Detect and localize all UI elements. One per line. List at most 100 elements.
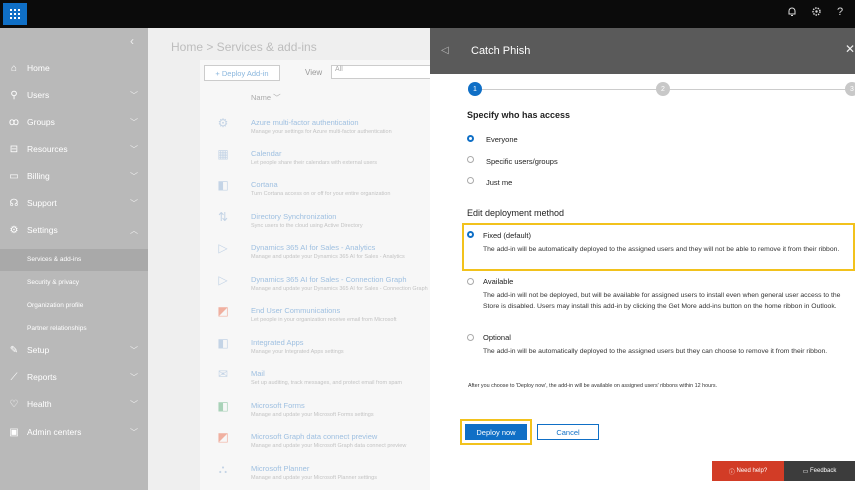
deployment-method-heading: Edit deployment method <box>467 208 565 218</box>
option-label: Fixed (default) <box>483 231 531 240</box>
admin-icon: ▣ <box>9 426 19 438</box>
home-icon: ⌂ <box>10 62 18 74</box>
name-column-header[interactable]: Name ﹀ <box>251 92 281 103</box>
step-3: 3 <box>845 82 855 96</box>
flyout-title: Catch Phish <box>471 45 531 57</box>
row-title[interactable]: Dynamics 365 AI for Sales - Connection G… <box>251 275 407 284</box>
nav-item-support[interactable]: ☊ Support ﹀ <box>0 192 148 214</box>
row-title[interactable]: Microsoft Graph data connect preview <box>251 432 377 441</box>
nav-item-settings[interactable]: ⚙ Settings ︿ <box>0 219 148 241</box>
top-bar <box>0 0 855 28</box>
row-desc: Manage and update your Microsoft Graph d… <box>251 443 407 449</box>
help-icon: ⓘ <box>728 469 737 476</box>
office-icon: ◩ <box>217 430 229 444</box>
sync-icon: ⇅ <box>217 210 229 224</box>
chevron-down-icon: ﹀ <box>130 144 138 154</box>
nav-item-reports[interactable]: ⟋ Reports ﹀ <box>0 366 148 388</box>
row-title[interactable]: Calendar <box>251 149 281 158</box>
groups-icon: ꝏ <box>8 116 20 128</box>
row-title[interactable]: End User Communications <box>251 306 340 315</box>
radio-just-me[interactable] <box>467 177 474 184</box>
option-label: Available <box>483 277 514 286</box>
view-select[interactable]: All <box>331 65 435 79</box>
need-help-button[interactable]: ⓘ Need help? <box>712 461 784 481</box>
feedback-button[interactable]: ▭ Feedback <box>784 461 855 481</box>
mail-icon: ✉ <box>217 367 229 381</box>
apps-icon: ◧ <box>217 336 229 350</box>
chevron-down-icon: ﹀ <box>130 345 138 355</box>
app-launcher-button[interactable] <box>3 3 27 25</box>
calendar-icon: ▦ <box>217 147 229 161</box>
chevron-down-icon: ﹀ <box>130 90 138 100</box>
radio-specific-users[interactable] <box>467 156 474 163</box>
chevron-down-icon: ﹀ <box>130 117 138 127</box>
close-icon[interactable]: ✕ <box>845 42 855 56</box>
nav-subitem-partners[interactable]: Partner relationships <box>27 325 87 332</box>
radio-optional[interactable] <box>467 334 474 341</box>
deploy-addin-button[interactable]: + Deploy Add-in <box>204 65 280 81</box>
option-description: The add-in will be automatically deploye… <box>483 348 828 355</box>
chevron-down-icon: ﹀ <box>130 372 138 382</box>
heart-icon: ♡ <box>9 398 19 410</box>
nav-item-health[interactable]: ♡ Health ﹀ <box>0 393 148 415</box>
row-title[interactable]: Directory Synchronization <box>251 212 336 221</box>
gear-icon[interactable] <box>811 6 822 20</box>
nav-item-setup[interactable]: ✎ Setup ﹀ <box>0 339 148 361</box>
help-icon[interactable]: ? <box>837 6 843 18</box>
cancel-button[interactable]: Cancel <box>537 424 599 440</box>
chevron-down-icon: ﹀ <box>130 427 138 437</box>
radio-fixed[interactable] <box>467 231 474 238</box>
deploy-now-button[interactable]: Deploy now <box>465 424 527 440</box>
support-icon: ☊ <box>9 197 19 209</box>
deploy-note: After you choose to 'Deploy now', the ad… <box>468 383 718 389</box>
chevron-down-icon: ﹀ <box>273 93 281 102</box>
row-desc: Manage your Integrated Apps settings <box>251 349 344 355</box>
forms-icon: ◧ <box>217 399 229 413</box>
waffle-icon <box>10 9 20 19</box>
row-title[interactable]: Microsoft Forms <box>251 401 305 410</box>
row-desc: Turn Cortana access on or off for your e… <box>251 191 391 197</box>
row-desc: Let people share their calendars with ex… <box>251 160 377 166</box>
view-label: View <box>305 68 323 77</box>
radio-everyone[interactable] <box>467 135 474 142</box>
cortana-icon: ◧ <box>217 178 229 192</box>
chevron-down-icon: ﹀ <box>130 171 138 181</box>
gear-icon: ⚙ <box>9 224 19 236</box>
chevron-down-icon: ﹀ <box>130 198 138 208</box>
user-icon: ⚲ <box>10 89 18 101</box>
nav-item-admin-centers[interactable]: ▣ Admin centers ﹀ <box>0 421 148 443</box>
row-title[interactable]: Azure multi-factor authentication <box>251 118 359 127</box>
row-title[interactable]: Microsoft Planner <box>251 464 309 473</box>
dynamics-icon: ▷ <box>218 241 228 255</box>
chevron-down-icon: ﹀ <box>130 399 138 409</box>
collapse-nav-icon[interactable]: ‹ <box>130 34 134 48</box>
row-desc: Manage and update your Microsoft Planner… <box>251 475 377 481</box>
row-title[interactable]: Integrated Apps <box>251 338 304 347</box>
row-title[interactable]: Mail <box>251 369 265 378</box>
nav-item-groups[interactable]: ꝏ Groups ﹀ <box>0 111 148 133</box>
nav-subitem-org-profile[interactable]: Organization profile <box>27 302 83 309</box>
bell-icon[interactable] <box>787 6 797 20</box>
breadcrumb[interactable]: Home > Services & add-ins <box>171 40 317 54</box>
nav-item-home[interactable]: ⌂ Home <box>0 57 148 79</box>
row-title[interactable]: Dynamics 365 AI for Sales - Analytics <box>251 243 375 252</box>
radio-available[interactable] <box>467 278 474 285</box>
row-title[interactable]: Cortana <box>251 180 278 189</box>
nav-item-users[interactable]: ⚲ Users ﹀ <box>0 84 148 106</box>
reports-icon: ⟋ <box>10 371 18 383</box>
option-label: Specific users/groups <box>486 157 558 166</box>
row-desc: Set up auditing, track messages, and pro… <box>251 380 403 386</box>
wrench-icon: ✎ <box>9 344 19 356</box>
nav-item-resources[interactable]: ⊟ Resources ﹀ <box>0 138 148 160</box>
nav-subitem-services[interactable]: Services & add-ins <box>27 256 81 263</box>
row-desc: Sync users to the cloud using Active Dir… <box>251 223 363 229</box>
office-icon: ◩ <box>217 304 229 318</box>
step-2: 2 <box>656 82 670 96</box>
nav-subitem-security[interactable]: Security & privacy <box>27 279 79 286</box>
billing-icon: ▭ <box>9 170 19 182</box>
option-description: The add-in will be automatically deploye… <box>483 246 840 253</box>
chevron-up-icon: ︿ <box>130 225 138 235</box>
access-heading: Specify who has access <box>467 110 571 120</box>
dynamics-icon: ▷ <box>218 273 228 287</box>
nav-item-billing[interactable]: ▭ Billing ﹀ <box>0 165 148 187</box>
